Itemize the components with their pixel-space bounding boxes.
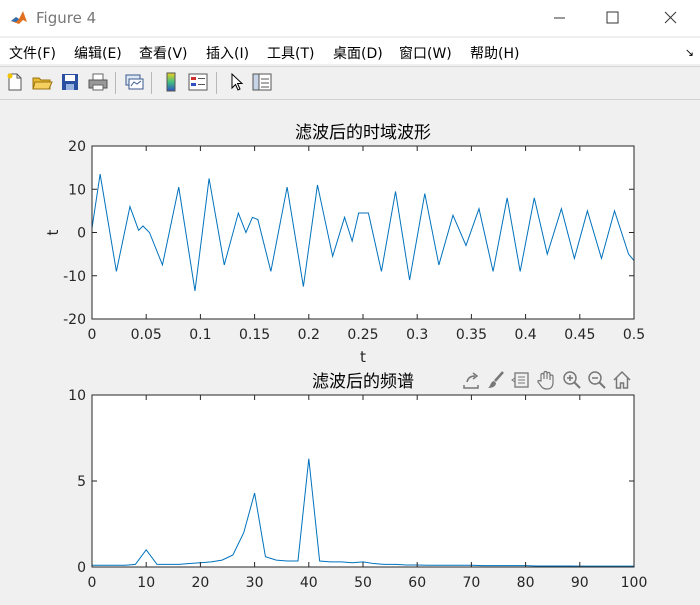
- menu-help[interactable]: 帮助(H): [470, 43, 519, 63]
- chart-title-0: 滤波后的时域波形: [295, 123, 431, 143]
- open-file-icon: [32, 77, 53, 90]
- new-figure-button[interactable]: [4, 71, 26, 93]
- y-tick-label: 0: [77, 226, 86, 242]
- axes-background-1: [92, 395, 634, 567]
- toolbar-separator: [216, 72, 217, 94]
- pan-icon: [537, 370, 554, 390]
- x-tick-label: 0.25: [347, 327, 378, 343]
- menu-insert[interactable]: 插入(I): [206, 43, 249, 63]
- menu-tools[interactable]: 工具(T): [267, 43, 314, 63]
- property-inspector-icon: [252, 73, 272, 91]
- zoom-in-button[interactable]: [561, 369, 583, 391]
- axes-background-0: [92, 146, 634, 319]
- menu-bar: 文件(F) 编辑(E) 查看(V) 插入(I) 工具(T) 桌面(D) 窗口(W…: [0, 38, 700, 64]
- x-tick-label: 70: [462, 575, 480, 591]
- chart-title-1: 滤波后的频谱: [312, 372, 414, 392]
- zoom-in-icon: [563, 371, 581, 389]
- x-tick-label: 10: [137, 575, 155, 591]
- x-tick-label: 0.2: [298, 327, 320, 343]
- pan-button[interactable]: [535, 369, 557, 391]
- property-inspector-button[interactable]: [251, 71, 273, 93]
- y-tick-label: 20: [68, 139, 86, 155]
- legend-icon: [188, 73, 208, 91]
- x-tick-label: 0.45: [564, 327, 595, 343]
- export-icon: [463, 372, 479, 389]
- colorbar-icon: [166, 72, 176, 92]
- y-tick-label: 5: [77, 474, 86, 490]
- maximize-icon: [606, 11, 619, 24]
- x-tick-label: 0: [88, 327, 97, 343]
- x-tick-label: 0: [88, 575, 97, 591]
- figure-canvas: 0 0.05 0.1 0.15 0.2 0.25 0.3 0.35 0.4 0.45 0.5 20 10…: [0, 100, 700, 601]
- x-tick-label: 0.4: [514, 327, 536, 343]
- new-figure-icon: [7, 73, 22, 91]
- y-tick-label: -10: [63, 269, 86, 285]
- menu-view[interactable]: 查看(V): [139, 43, 188, 63]
- x-tick-label: 0.3: [406, 327, 428, 343]
- colorbar-button[interactable]: [160, 71, 182, 93]
- link-plot-button[interactable]: [123, 71, 145, 93]
- close-button[interactable]: [645, 0, 695, 36]
- x-tick-label: 100: [621, 575, 648, 591]
- dock-arrow-icon[interactable]: ↘: [685, 46, 694, 59]
- window-title: Figure 4: [36, 9, 97, 27]
- x-tick-label: 60: [408, 575, 426, 591]
- menu-window[interactable]: 窗口(W): [399, 43, 452, 63]
- brush-button[interactable]: [485, 369, 507, 391]
- menu-file[interactable]: 文件(F): [9, 43, 56, 63]
- zoom-out-button[interactable]: [586, 369, 608, 391]
- x-tick-label: 0.35: [456, 327, 487, 343]
- home-icon: [613, 370, 631, 389]
- x-tick-label: 0.1: [189, 327, 211, 343]
- x-tick-label: 80: [517, 575, 535, 591]
- close-icon: [664, 11, 677, 24]
- x-axis-label: t: [360, 348, 366, 366]
- restore-view-button[interactable]: [611, 369, 633, 391]
- pointer-button[interactable]: [225, 71, 247, 93]
- x-tick-label: 0.15: [239, 327, 270, 343]
- minimize-button[interactable]: [535, 0, 585, 36]
- toolbar-separator: [151, 72, 152, 94]
- x-tick-label: 0.5: [623, 327, 645, 343]
- axes-toolbar: [460, 369, 636, 393]
- y-tick-label: 0: [77, 560, 86, 576]
- maximize-button[interactable]: [587, 0, 637, 36]
- menu-desktop[interactable]: 桌面(D): [333, 43, 383, 63]
- save-button[interactable]: [59, 71, 81, 93]
- toolbar-separator: [115, 72, 116, 94]
- x-tick-label: 30: [246, 575, 264, 591]
- y-tick-label: 10: [68, 182, 86, 198]
- link-plot-icon: [125, 74, 144, 90]
- brush-icon: [488, 371, 504, 388]
- legend-button[interactable]: [187, 71, 209, 93]
- plot-area[interactable]: 0 0.05 0.1 0.15 0.2 0.25 0.3 0.35 0.4 0.45 0.5 20 10…: [0, 100, 700, 601]
- matlab-logo-icon: [10, 9, 28, 27]
- data-tips-button[interactable]: [510, 369, 532, 391]
- save-icon: [62, 74, 78, 90]
- data-tips-icon: [511, 372, 529, 388]
- y-axis-label: t: [44, 229, 62, 235]
- x-tick-label: 0.05: [131, 327, 162, 343]
- print-icon: [88, 73, 108, 91]
- zoom-out-icon: [588, 371, 606, 389]
- x-tick-label: 20: [191, 575, 209, 591]
- x-tick-label: 40: [300, 575, 318, 591]
- open-file-button[interactable]: [31, 71, 53, 93]
- print-button[interactable]: [87, 71, 109, 93]
- menu-edit[interactable]: 编辑(E): [74, 43, 122, 63]
- title-bar: Figure 4: [0, 0, 700, 36]
- x-tick-label: 50: [354, 575, 372, 591]
- figure-toolbar: [0, 66, 700, 100]
- minimize-icon: [554, 17, 565, 19]
- pointer-icon: [231, 72, 244, 91]
- x-tick-label: 90: [571, 575, 589, 591]
- y-tick-label: 10: [68, 388, 86, 404]
- y-tick-label: -20: [63, 312, 86, 328]
- export-button[interactable]: [460, 369, 482, 391]
